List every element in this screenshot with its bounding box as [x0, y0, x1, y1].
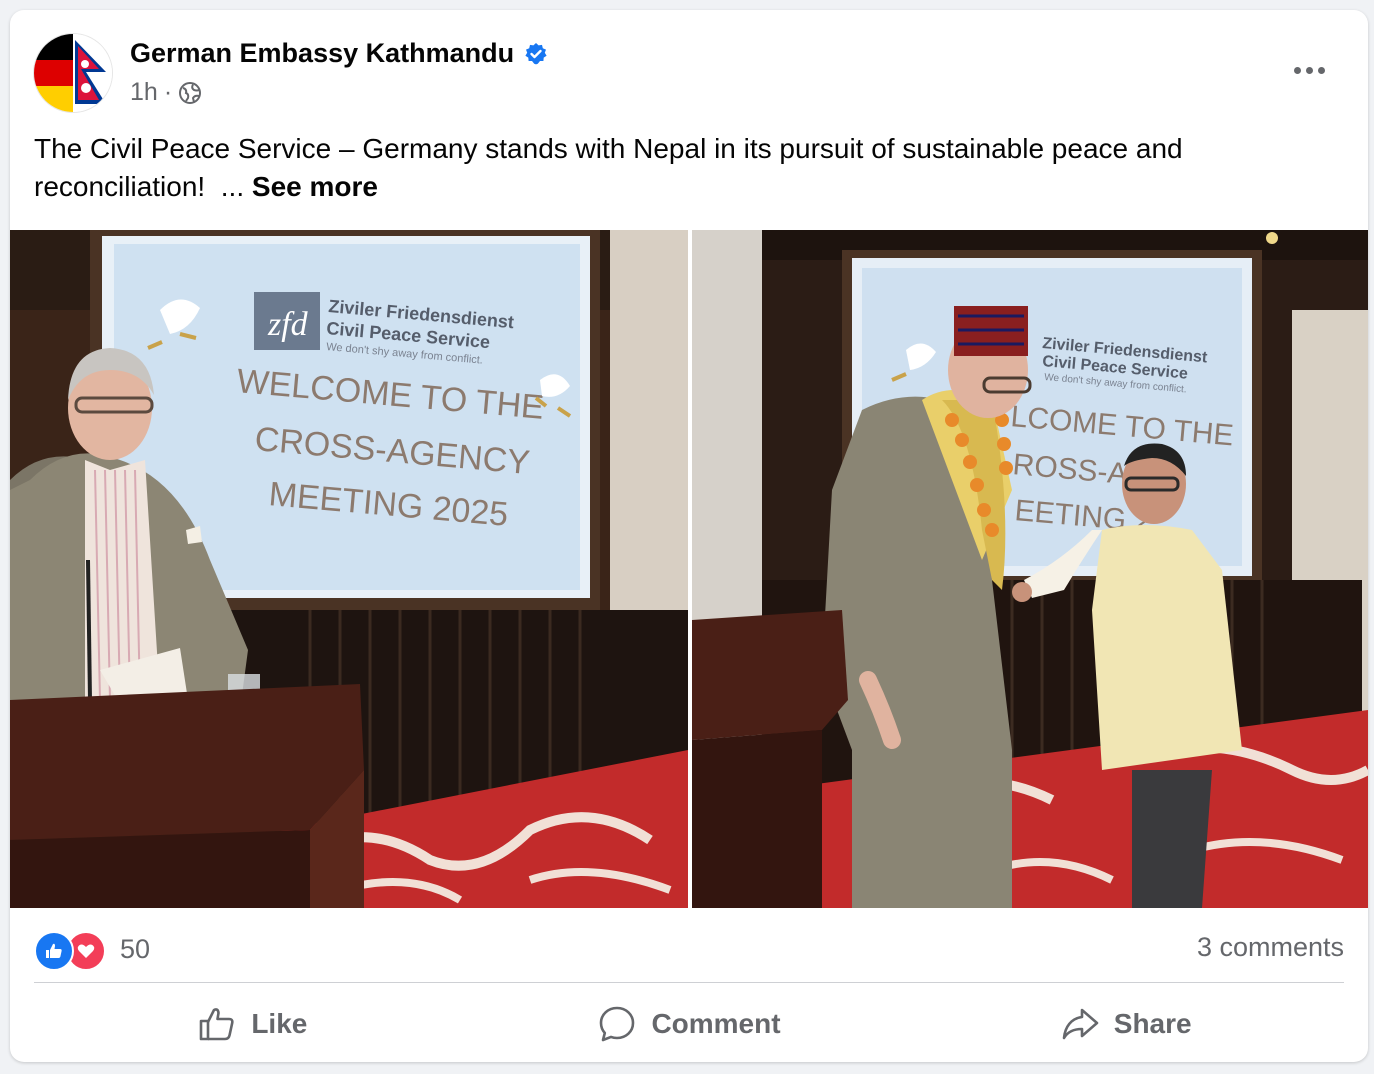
- more-dot-icon: [1317, 66, 1325, 74]
- globe-icon: [179, 81, 202, 104]
- post-photo-1[interactable]: zfd Ziviler Friedensdienst Civil Peace S…: [10, 230, 688, 908]
- post-time[interactable]: 1h: [130, 78, 158, 107]
- post-photo-2[interactable]: Ziviler Friedensdienst Civil Peace Servi…: [692, 230, 1368, 908]
- share-arrow-icon: [1062, 1008, 1099, 1040]
- like-reaction-icon: [34, 931, 74, 971]
- garland-ceremony-image: Ziviler Friedensdienst Civil Peace Servi…: [692, 230, 1368, 908]
- post-actions-bar: Like Comment Share: [34, 994, 1344, 1054]
- see-more-link[interactable]: See more: [252, 171, 378, 202]
- comment-bubble-icon: [600, 1006, 635, 1042]
- page-name-row: German Embassy Kathmandu: [130, 38, 548, 69]
- share-label: Share: [1113, 1008, 1192, 1039]
- comment-button[interactable]: Comment: [471, 994, 908, 1054]
- comment-label: Comment: [651, 1008, 781, 1039]
- more-dot-icon: [1305, 66, 1313, 74]
- thumbs-up-icon: [200, 1008, 234, 1041]
- post-text: The Civil Peace Service – Germany stands…: [34, 130, 1334, 206]
- post-meta: 1h ·: [130, 78, 202, 107]
- reactions-summary[interactable]: 50: [34, 922, 150, 976]
- thumbs-up-icon: [46, 943, 62, 958]
- meta-separator: ·: [163, 78, 173, 106]
- action-divider: [34, 982, 1344, 983]
- post-ellipsis: ...: [220, 171, 245, 202]
- slide-logo-text: zfd: [267, 306, 309, 343]
- like-button[interactable]: Like: [34, 994, 471, 1054]
- comments-count-link[interactable]: 3 comments: [1197, 932, 1344, 963]
- post-header: German Embassy Kathmandu 1h ·: [10, 10, 1368, 130]
- verified-badge-icon: [525, 42, 547, 64]
- more-dot-icon: [1293, 66, 1301, 74]
- photo-grid: zfd Ziviler Friedensdienst Civil Peace S…: [10, 230, 1368, 908]
- like-label: Like: [251, 1008, 308, 1039]
- flag-avatar-icon: [34, 34, 112, 112]
- post-card: German Embassy Kathmandu 1h · The Civil …: [10, 10, 1368, 1062]
- page-avatar[interactable]: [34, 34, 112, 112]
- speaker-at-podium-image: zfd Ziviler Friedensdienst Civil Peace S…: [10, 230, 688, 908]
- share-button[interactable]: Share: [907, 994, 1344, 1054]
- more-options-button[interactable]: [1286, 52, 1332, 88]
- reaction-count: 50: [120, 933, 151, 964]
- page-name[interactable]: German Embassy Kathmandu: [130, 38, 514, 69]
- reaction-icons: [34, 929, 112, 971]
- post-body: The Civil Peace Service – Germany stands…: [34, 133, 1183, 202]
- heart-icon: [77, 944, 95, 958]
